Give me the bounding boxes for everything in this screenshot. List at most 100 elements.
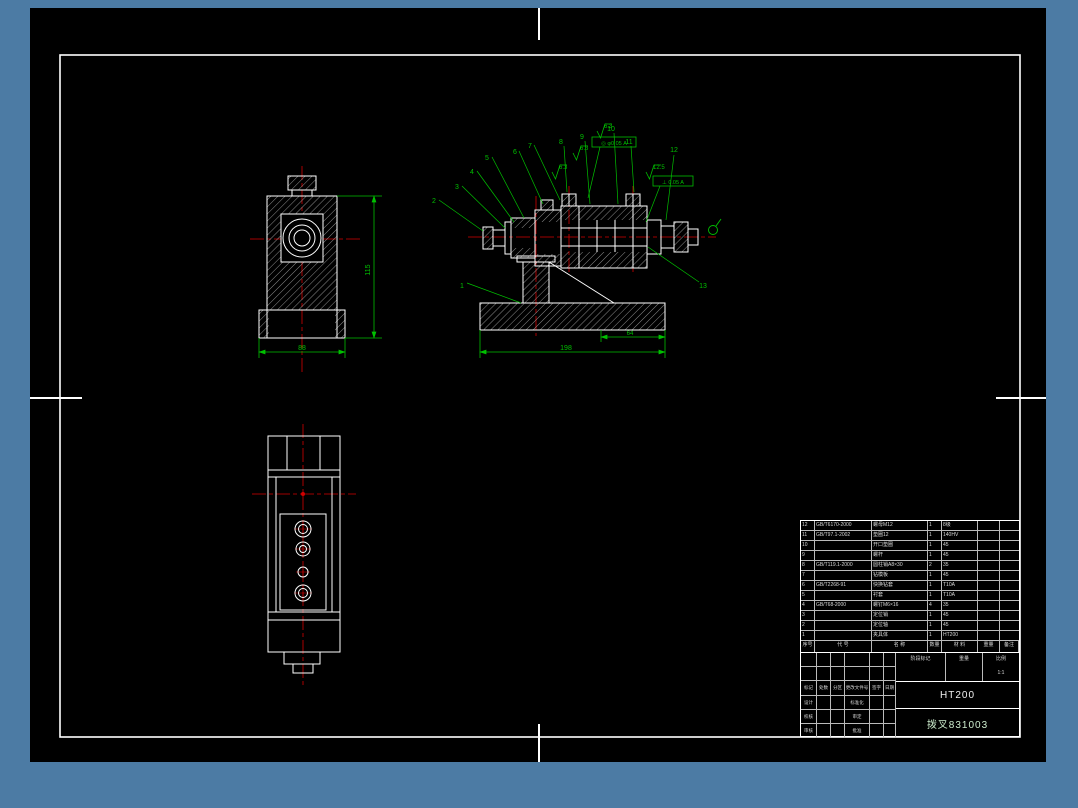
callout-6: 6 xyxy=(513,149,517,156)
bom-row: 3 定位销 1 45 xyxy=(801,611,1019,621)
title-block-left-cell xyxy=(870,653,884,668)
title-block-left-cell: 标准化 xyxy=(845,695,870,710)
title-block-left-cell: 审核 xyxy=(801,723,817,739)
bom-header-cell: 代 号 xyxy=(815,641,872,652)
title-block-left-cell xyxy=(884,653,896,668)
bom-cell-weight xyxy=(978,541,1000,551)
title-block-left-row: 校核 审定 xyxy=(801,709,896,724)
bom-cell-qty: 1 xyxy=(928,631,942,641)
bom-header-cell: 名 称 xyxy=(872,641,928,652)
dim-front-width: 88 xyxy=(298,345,306,352)
weight-value xyxy=(946,667,983,681)
svg-text:6.3: 6.3 xyxy=(580,146,589,152)
roughness-icon: 12.5 xyxy=(645,164,665,181)
bottom-view xyxy=(252,424,356,688)
front-view: 115 88 xyxy=(250,166,382,374)
svg-text:6.3: 6.3 xyxy=(559,165,568,171)
title-block-left-cell xyxy=(870,723,884,739)
title-block-left-cell xyxy=(831,695,845,710)
bom-cell-note xyxy=(1000,521,1019,531)
bom-cell-note xyxy=(1000,631,1019,641)
dim-base-step: 64 xyxy=(627,331,634,337)
title-block-left-cell xyxy=(831,667,845,682)
bom-header-cell: 备注 xyxy=(1000,641,1019,652)
bom-cell-name: 快换钻套 xyxy=(872,581,928,591)
bom-cell-no: 3 xyxy=(801,611,815,621)
callout-10: 10 xyxy=(607,126,615,133)
title-block-left-cell: 审定 xyxy=(845,709,870,724)
bom-cell-material: 45 xyxy=(942,551,978,561)
bom-cell-material: 45 xyxy=(942,541,978,551)
title-block-left-cell xyxy=(817,723,831,739)
title-block-main: 标记 处数 分区 更改文件号 签字 日期 设计 标准化 校核 审定 审核 批准 阶段标记 重量 比例 … xyxy=(801,653,1019,739)
bom-cell-no: 2 xyxy=(801,621,815,631)
bom-cell-note xyxy=(1000,551,1019,561)
bom-cell-qty: 4 xyxy=(928,601,942,611)
bom-cell-no: 12 xyxy=(801,521,815,531)
scale-label: 比例 xyxy=(995,656,1006,662)
bom-cell-no: 5 xyxy=(801,591,815,601)
callout-1: 1 xyxy=(460,283,464,290)
bom-cell-name: 定位轴 xyxy=(872,621,928,631)
bottom-outline xyxy=(267,435,341,674)
callout-4: 4 xyxy=(470,169,474,176)
bom-header-cell: 重量 xyxy=(978,641,1000,652)
bom-row: 5 衬套 1 T10A xyxy=(801,591,1019,601)
title-block: 12 GB/T6170-2000 螺母M12 1 8级 11 GB/T97.1-2002 垫圈… xyxy=(800,520,1020,739)
bom-cell-code xyxy=(815,591,872,601)
bom-cell-qty: 1 xyxy=(928,591,942,601)
callout-13: 13 xyxy=(699,283,707,290)
part-name-cell: 拨叉831003 xyxy=(926,720,989,731)
bom-cell-no: 11 xyxy=(801,531,815,541)
bom-cell-name: 衬套 xyxy=(872,591,928,601)
bom-row: 6 GB/T2268-91 快换钻套 1 T10A xyxy=(801,581,1019,591)
bom-cell-note xyxy=(1000,561,1019,571)
scale-value: 1:1 xyxy=(997,670,1005,676)
title-block-left-cell: 校核 xyxy=(801,709,817,724)
bom-cell-code: GB/T68-2000 xyxy=(815,601,872,611)
title-block-left-cell xyxy=(845,653,870,668)
bom-cell-material: 45 xyxy=(942,611,978,621)
callout-12: 12 xyxy=(670,147,678,154)
dim-front-height: 115 xyxy=(365,264,372,275)
title-block-left-cell xyxy=(831,723,845,739)
bom-cell-qty: 1 xyxy=(928,621,942,631)
title-block-left-cell xyxy=(845,667,870,682)
callout-8: 8 xyxy=(559,139,563,146)
title-block-left-cell: 设计 xyxy=(801,695,817,710)
bom-header-cell: 数量 xyxy=(928,641,942,652)
bom-cell-note xyxy=(1000,531,1019,541)
section-view: ◎ φ0.05 A ⊥ 0.05 A 6.3 6.3 6.3 12.5 1 2 … xyxy=(432,123,722,358)
bom-cell-weight xyxy=(978,531,1000,541)
bom-cell-code xyxy=(815,571,872,581)
bom-cell-note xyxy=(1000,621,1019,631)
bom-cell-weight xyxy=(978,591,1000,601)
title-block-left-cell xyxy=(817,653,831,668)
bom-cell-code: GB/T119.1-2000 xyxy=(815,561,872,571)
title-block-left-cell xyxy=(831,653,845,668)
callout-11: 11 xyxy=(625,139,632,146)
title-block-left-cell: 签字 xyxy=(870,681,884,696)
section-dimensions xyxy=(479,330,666,358)
bom-cell-qty: 1 xyxy=(928,551,942,561)
title-block-left-cell xyxy=(870,709,884,724)
bom-cell-code xyxy=(815,541,872,551)
bom-cell-name: 钻模板 xyxy=(872,571,928,581)
weight-label: 重量 xyxy=(946,653,983,667)
bom-cell-material: HT200 xyxy=(942,631,978,641)
bom-cell-code xyxy=(815,631,872,641)
bom-cell-code xyxy=(815,611,872,621)
title-block-left-cell xyxy=(884,723,896,739)
title-block-left-cell: 日期 xyxy=(884,681,896,696)
bom-cell-weight xyxy=(978,621,1000,631)
cad-screen: 115 88 ◎ φ0.05 A ⊥ 0.05 A 6.3 6.3 6.3 12… xyxy=(0,0,1078,808)
title-block-left-cell xyxy=(884,709,896,724)
bom-cell-material: 140HV xyxy=(942,531,978,541)
callout-3: 3 xyxy=(455,184,459,191)
datum-target-symbol xyxy=(708,218,722,235)
bom-cell-note xyxy=(1000,611,1019,621)
title-block-left-cell xyxy=(817,667,831,682)
bom-row: 12 GB/T6170-2000 螺母M12 1 8级 xyxy=(801,521,1019,531)
bom-cell-weight xyxy=(978,561,1000,571)
bom-cell-weight xyxy=(978,581,1000,591)
